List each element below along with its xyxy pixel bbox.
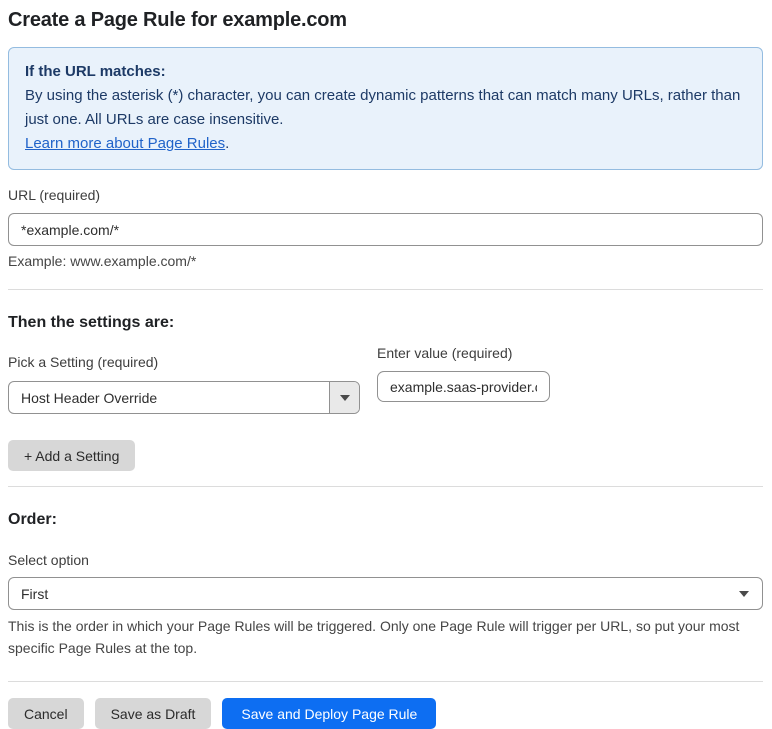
add-setting-button[interactable]: + Add a Setting: [8, 440, 136, 471]
url-example-helper: Example: www.example.com/*: [8, 253, 197, 269]
url-field-label: URL (required): [8, 187, 101, 203]
info-box-heading: If the URL matches:: [25, 63, 166, 80]
setting-select[interactable]: Host Header Override: [8, 381, 360, 414]
divider: [8, 289, 763, 290]
order-select[interactable]: First: [8, 577, 763, 610]
order-section-heading: Order:: [8, 511, 57, 528]
link-period: .: [225, 135, 230, 152]
setting-row: Pick a Setting (required) Host Header Ov…: [8, 337, 763, 414]
chevron-down-icon: [339, 394, 350, 401]
setting-value-input[interactable]: [377, 371, 550, 402]
save-as-draft-button[interactable]: Save as Draft: [94, 698, 212, 729]
order-helper-text: This is the order in which your Page Rul…: [8, 618, 740, 656]
learn-more-link[interactable]: Learn more about Page Rules: [25, 135, 225, 152]
setting-value-label: Enter value (required): [377, 345, 513, 361]
setting-value-column: Enter value (required): [377, 345, 550, 402]
info-box-link-line: Learn more about Page Rules.: [25, 132, 746, 156]
order-select-arrow: [739, 578, 762, 609]
info-box-body: By using the asterisk (*) character, you…: [25, 87, 741, 128]
url-input[interactable]: [8, 213, 763, 246]
form-actions: Cancel Save as Draft Save and Deploy Pag…: [8, 698, 763, 729]
setting-picker-column: Pick a Setting (required) Host Header Ov…: [8, 337, 360, 414]
order-select-value: First: [21, 585, 49, 602]
settings-section-heading: Then the settings are:: [8, 314, 175, 331]
setting-select-dropdown-button[interactable]: [329, 382, 359, 413]
save-and-deploy-button[interactable]: Save and Deploy Page Rule: [222, 698, 437, 729]
url-match-info-box: If the URL matches: By using the asteris…: [8, 47, 763, 170]
order-select-label: Select option: [8, 552, 89, 568]
page-title: Create a Page Rule for example.com: [8, 9, 347, 31]
cancel-button[interactable]: Cancel: [8, 698, 84, 729]
setting-select-value: Host Header Override: [21, 389, 158, 406]
chevron-down-icon: [739, 590, 749, 597]
divider: [8, 486, 763, 487]
setting-picker-label: Pick a Setting (required): [8, 354, 159, 370]
divider: [8, 681, 763, 682]
create-page-rule-form: Create a Page Rule for example.com If th…: [0, 0, 772, 729]
